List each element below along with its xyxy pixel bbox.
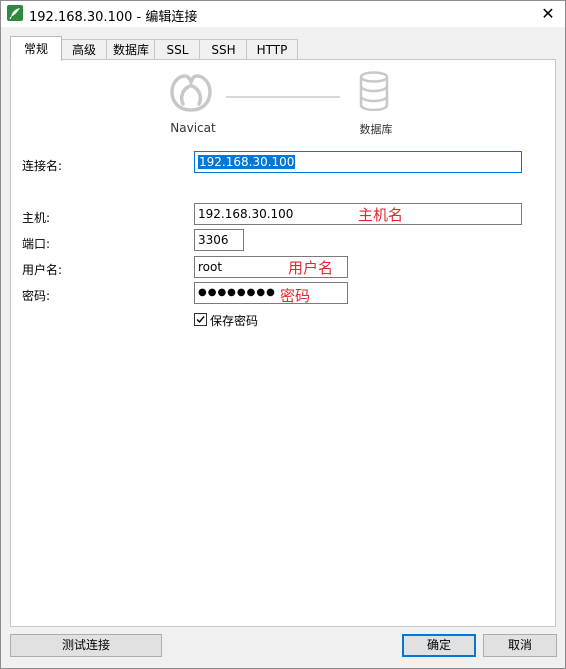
general-tab-panel: Navicat 数据库 连接名: 192.168.30.100 主机: 192.… (10, 59, 556, 627)
connection-line (226, 96, 340, 98)
ok-button[interactable]: 确定 (402, 634, 476, 657)
username-value: root (198, 260, 223, 274)
password-label: 密码: (22, 289, 51, 303)
navicat-app-icon (7, 5, 23, 21)
host-value: 192.168.30.100 (198, 207, 294, 221)
port-value: 3306 (198, 233, 229, 247)
navicat-label: Navicat (170, 121, 216, 135)
connection-name-input[interactable]: 192.168.30.100 (194, 151, 522, 173)
edit-connection-dialog: 192.168.30.100 - 编辑连接 ✕ 常规 高级 数据库 SSL SS… (0, 0, 566, 669)
username-annotation: 用户名 (288, 259, 334, 277)
test-connection-button[interactable]: 测试连接 (10, 634, 162, 657)
connection-name-label: 连接名: (22, 159, 63, 173)
password-input[interactable]: ●●●●●●●● (194, 282, 348, 304)
tab-http[interactable]: HTTP (246, 39, 298, 60)
username-label: 用户名: (22, 263, 63, 277)
navicat-logo-icon (169, 70, 213, 115)
save-password-label: 保存密码 (210, 314, 259, 328)
tab-ssh[interactable]: SSH (199, 39, 248, 60)
close-icon[interactable]: ✕ (537, 3, 559, 25)
database-label: 数据库 (359, 123, 393, 136)
tab-ssl[interactable]: SSL (154, 39, 201, 60)
host-annotation: 主机名 (358, 206, 404, 224)
checkmark-icon (196, 316, 205, 324)
save-password-checkbox[interactable] (194, 313, 207, 326)
password-annotation: 密码 (280, 287, 311, 305)
connection-name-value: 192.168.30.100 (198, 155, 296, 169)
password-value: ●●●●●●●● (198, 287, 276, 298)
window-title: 192.168.30.100 - 编辑连接 (29, 10, 198, 25)
tab-general[interactable]: 常规 (10, 36, 62, 61)
tab-advanced[interactable]: 高级 (60, 39, 108, 60)
connection-diagram: Navicat 数据库 (11, 60, 555, 150)
port-input[interactable]: 3306 (194, 229, 244, 251)
port-label: 端口: (22, 237, 51, 251)
title-bar: 192.168.30.100 - 编辑连接 ✕ (1, 1, 565, 27)
tab-databases[interactable]: 数据库 (106, 39, 156, 60)
host-label: 主机: (22, 211, 51, 225)
database-icon (358, 71, 390, 114)
cancel-button[interactable]: 取消 (483, 634, 557, 657)
